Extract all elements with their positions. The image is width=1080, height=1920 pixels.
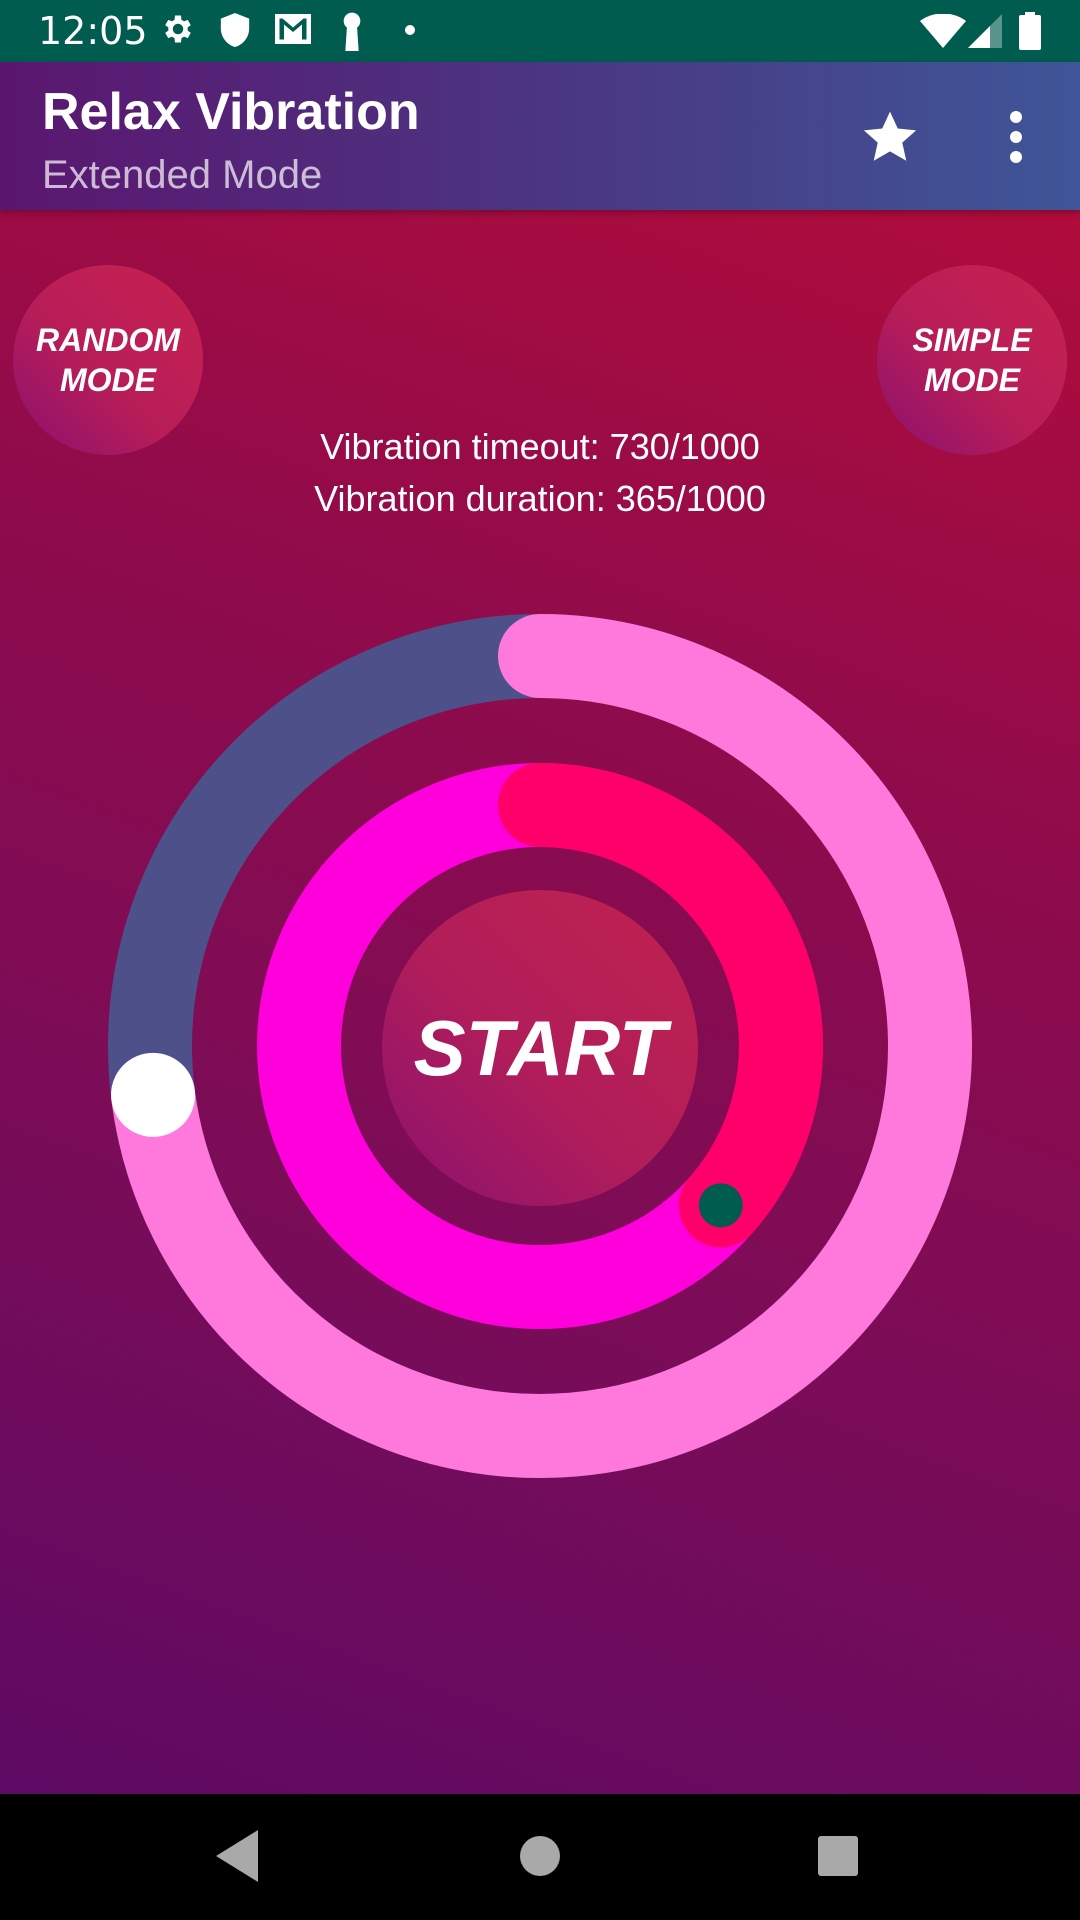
keyhole-icon [343, 12, 361, 51]
main-panel: RANDOM MODE SIMPLE MODE Vibration timeou… [0, 210, 1080, 1794]
battery-icon [1019, 12, 1041, 50]
favorite-button[interactable] [858, 105, 922, 169]
status-time: 12:05 [38, 9, 148, 53]
gear-icon [165, 15, 191, 43]
start-button[interactable]: START [382, 890, 698, 1206]
cell-signal-icon [968, 14, 1002, 48]
wifi-icon [920, 14, 966, 48]
navigation-bar [0, 1794, 1080, 1920]
timeout-slider-thumb[interactable] [111, 1052, 196, 1137]
app-subtitle: Extended Mode [42, 153, 323, 197]
start-label: START [413, 1003, 667, 1092]
status-bar: 12:05 [0, 0, 1080, 62]
recents-icon[interactable] [806, 1824, 870, 1888]
dot-icon [405, 25, 415, 35]
gmail-icon [275, 14, 311, 44]
back-icon[interactable] [206, 1824, 270, 1888]
app-bar: Relax Vibration Extended Mode [0, 62, 1080, 210]
shield-icon [220, 13, 250, 47]
star-icon [863, 111, 917, 161]
overflow-menu-button[interactable] [988, 105, 1044, 169]
more-vert-icon [1010, 111, 1022, 163]
home-icon[interactable] [508, 1824, 572, 1888]
app-title: Relax Vibration [42, 83, 420, 141]
duration-slider-thumb[interactable] [698, 1183, 743, 1228]
